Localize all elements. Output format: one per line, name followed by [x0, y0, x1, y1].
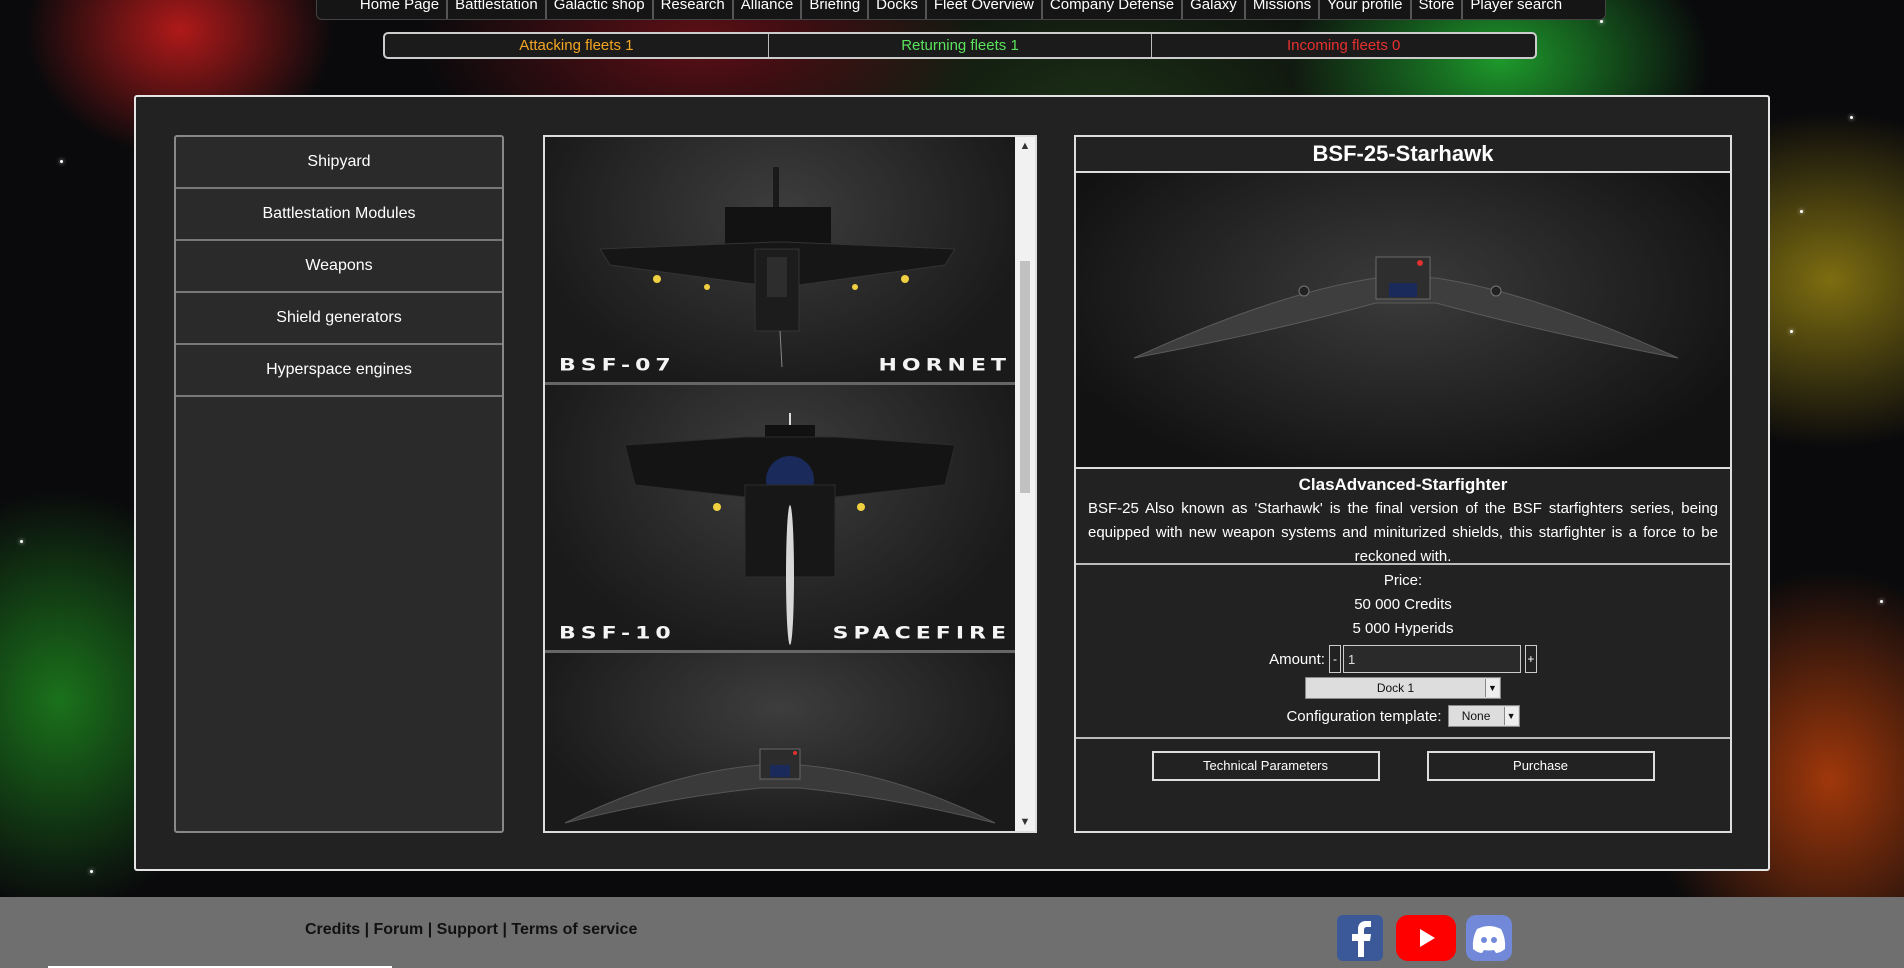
dock-row: Dock 1 ▼ — [1076, 677, 1730, 699]
facebook-icon[interactable] — [1337, 915, 1383, 961]
price-credits: 50 000 Credits — [1354, 596, 1452, 613]
footer-links: Credits | Forum | Support | Terms of ser… — [305, 921, 637, 939]
ship-card-hornet[interactable]: BSF-07 HORNET — [545, 137, 1015, 385]
nav-galactic-shop[interactable]: Galactic shop — [544, 0, 652, 19]
template-label: Configuration template: — [1286, 707, 1442, 725]
ship-description: BSF-25 Also known as 'Starhawk' is the f… — [1088, 500, 1718, 565]
ship-list-scrollbar[interactable]: ▲ ▼ — [1015, 137, 1035, 831]
nav-galaxy[interactable]: Galaxy — [1181, 0, 1244, 19]
nav-player-search[interactable]: Player search — [1461, 0, 1569, 19]
nav-company-defense[interactable]: Company Defense — [1040, 0, 1181, 19]
footer-credits-link[interactable]: Credits — [305, 921, 360, 938]
attacking-fleets[interactable]: Attacking fleets 1 — [385, 34, 768, 57]
ship-detail-panel: BSF-25-Starhawk ClasAdvanced-Starfighter… — [1074, 135, 1732, 833]
returning-fleets[interactable]: Returning fleets 1 — [767, 34, 1152, 57]
youtube-icon[interactable] — [1396, 915, 1456, 961]
menu-item-weapons[interactable]: Weapons — [176, 241, 502, 293]
nav-store[interactable]: Store — [1409, 0, 1462, 19]
footer-forum-link[interactable]: Forum — [374, 921, 424, 938]
main-panel: Shipyard Battlestation Modules Weapons S… — [134, 95, 1770, 871]
top-navigation: Home Page Battlestation Galactic shop Re… — [316, 0, 1606, 20]
price-hyperids: 5 000 Hyperids — [1352, 620, 1454, 637]
nav-home-page[interactable]: Home Page — [353, 0, 446, 19]
ship-name-label: HORNET — [878, 356, 1011, 375]
ship-card-starhawk[interactable] — [545, 653, 1015, 831]
menu-item-hyperspace-engines[interactable]: Hyperspace engines — [176, 345, 502, 397]
nav-docks[interactable]: Docks — [867, 0, 925, 19]
amount-input[interactable] — [1342, 645, 1521, 673]
amount-decrement-button[interactable]: - — [1328, 645, 1341, 673]
nav-alliance[interactable]: Alliance — [731, 0, 801, 19]
ship-card-spacefire[interactable]: BSF-10 SPACEFIRE — [545, 385, 1015, 653]
footer-terms-link[interactable]: Terms of service — [511, 921, 637, 938]
template-select-value: None — [1461, 709, 1491, 723]
ship-code-label: BSF-07 — [559, 356, 676, 375]
footer-separator: | — [427, 921, 437, 938]
chevron-down-icon: ▼ — [1503, 707, 1518, 725]
footer: Credits | Forum | Support | Terms of ser… — [0, 897, 1904, 968]
ship-code-label: BSF-10 — [559, 624, 676, 643]
chevron-down-icon: ▼ — [1485, 679, 1499, 697]
nav-fleet-overview[interactable]: Fleet Overview — [924, 0, 1041, 19]
ship-title: BSF-25-Starhawk — [1076, 137, 1730, 173]
menu-item-shield-generators[interactable]: Shield generators — [176, 293, 502, 345]
dock-select[interactable]: Dock 1 ▼ — [1305, 677, 1501, 699]
ship-class: ClasAdvanced-Starfighter — [1298, 475, 1508, 494]
amount-label: Amount: — [1269, 650, 1325, 668]
technical-parameters-button[interactable]: Technical Parameters — [1151, 751, 1380, 781]
scroll-down-icon[interactable]: ▼ — [1015, 813, 1035, 831]
nav-research[interactable]: Research — [651, 0, 732, 19]
ship-preview-image — [1076, 173, 1730, 469]
nav-briefing[interactable]: Briefing — [800, 0, 867, 19]
starhawk-ship-image — [564, 748, 996, 824]
action-buttons: Technical Parameters Purchase — [1076, 739, 1730, 781]
menu-item-shipyard[interactable]: Shipyard — [176, 137, 502, 189]
fleet-status-bar: Attacking fleets 1 Returning fleets 1 In… — [383, 32, 1537, 59]
category-menu: Shipyard Battlestation Modules Weapons S… — [174, 135, 504, 833]
amount-row: Amount: - + — [1076, 645, 1730, 673]
spacefire-ship-image — [624, 413, 956, 645]
purchase-button[interactable]: Purchase — [1426, 751, 1655, 781]
scroll-up-icon[interactable]: ▲ — [1015, 137, 1035, 155]
nav-battlestation[interactable]: Battlestation — [446, 0, 545, 19]
hornet-ship-image — [599, 167, 956, 368]
nav-your-profile[interactable]: Your profile — [1318, 0, 1409, 19]
nav-missions[interactable]: Missions — [1243, 0, 1318, 19]
ship-list: BSF-07 HORNET BSF-10 SPACEFIRE ▲ ▼ — [543, 135, 1037, 833]
incoming-fleets[interactable]: Incoming fleets 0 — [1151, 34, 1535, 57]
amount-increment-button[interactable]: + — [1524, 645, 1537, 673]
dock-select-value: Dock 1 — [1376, 681, 1415, 695]
footer-support-link[interactable]: Support — [437, 921, 498, 938]
menu-item-battlestation-modules[interactable]: Battlestation Modules — [176, 189, 502, 241]
ship-name-label: SPACEFIRE — [832, 624, 1011, 643]
scroll-thumb[interactable] — [1020, 261, 1030, 493]
price-label: Price: — [1383, 572, 1423, 589]
footer-separator: | — [364, 921, 374, 938]
template-row: Configuration template: None ▼ — [1076, 705, 1730, 727]
discord-icon[interactable] — [1466, 915, 1512, 961]
template-select[interactable]: None ▼ — [1447, 705, 1520, 727]
